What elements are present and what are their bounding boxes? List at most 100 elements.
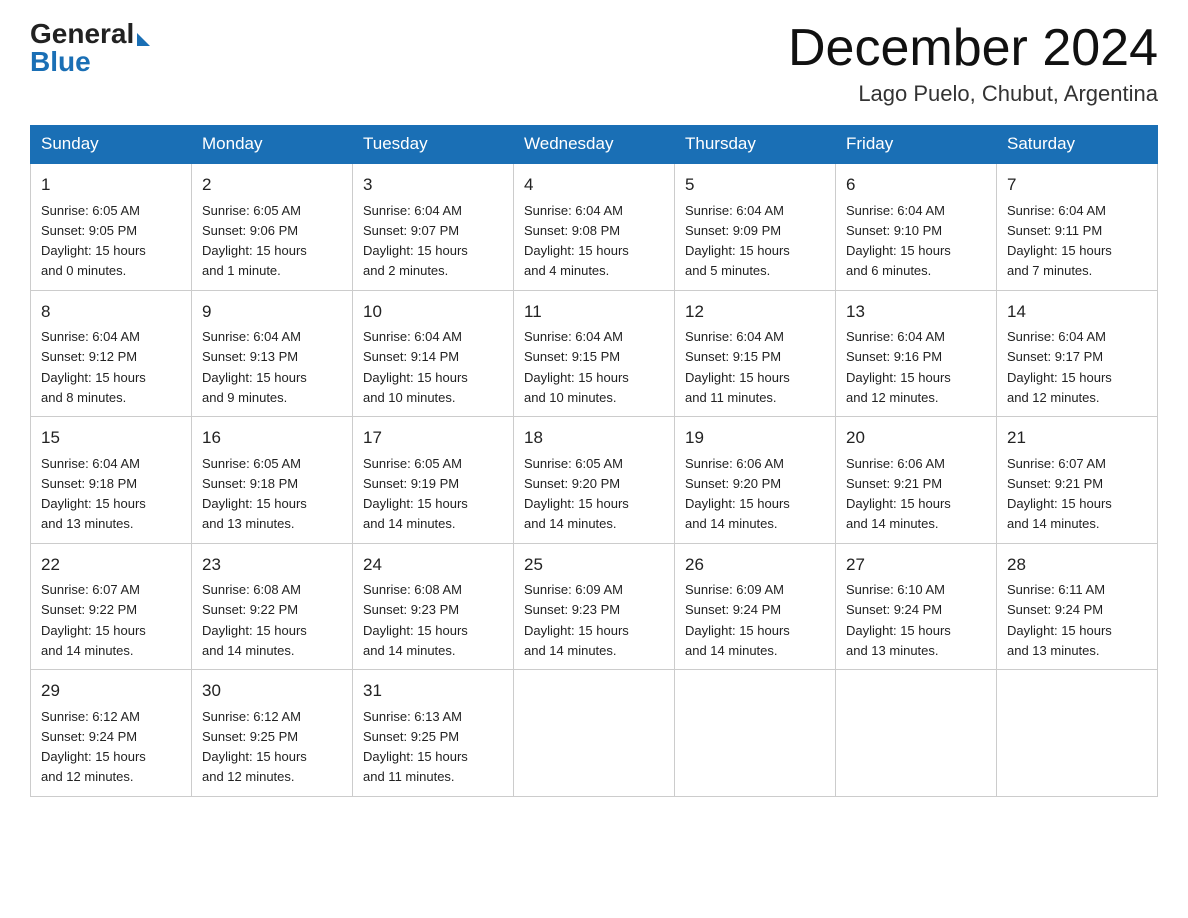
header-day-saturday: Saturday bbox=[997, 126, 1158, 164]
week-row-4: 22 Sunrise: 6:07 AMSunset: 9:22 PMDayligh… bbox=[31, 543, 1158, 670]
calendar-cell: 7Sunrise: 6:04 AMSunset: 9:11 PMDaylight… bbox=[997, 163, 1158, 290]
header-day-monday: Monday bbox=[192, 126, 353, 164]
calendar-cell: 9 Sunrise: 6:04 AMSunset: 9:13 PMDaylight… bbox=[192, 290, 353, 417]
day-number: 31 bbox=[363, 678, 503, 704]
day-info: Sunrise: 6:04 AMSunset: 9:10 PMDaylight:… bbox=[846, 203, 951, 279]
day-number: 16 bbox=[202, 425, 342, 451]
day-number: 30 bbox=[202, 678, 342, 704]
day-number: 23 bbox=[202, 552, 342, 578]
calendar-cell: 2Sunrise: 6:05 AMSunset: 9:06 PMDaylight… bbox=[192, 163, 353, 290]
day-info: Sunrise: 6:10 AMSunset: 9:24 PMDaylight:… bbox=[846, 582, 951, 658]
calendar-subtitle: Lago Puelo, Chubut, Argentina bbox=[788, 81, 1158, 107]
calendar-table: SundayMondayTuesdayWednesdayThursdayFrid… bbox=[30, 125, 1158, 797]
day-info: Sunrise: 6:04 AMSunset: 9:14 PMDaylight:… bbox=[363, 329, 468, 405]
calendar-title: December 2024 bbox=[788, 20, 1158, 77]
day-number: 15 bbox=[41, 425, 181, 451]
day-number: 9 bbox=[202, 299, 342, 325]
calendar-cell: 6 Sunrise: 6:04 AMSunset: 9:10 PMDaylight… bbox=[836, 163, 997, 290]
day-info: Sunrise: 6:04 AMSunset: 9:15 PMDaylight:… bbox=[685, 329, 790, 405]
day-number: 28 bbox=[1007, 552, 1147, 578]
day-number: 2 bbox=[202, 172, 342, 198]
day-info: Sunrise: 6:13 AMSunset: 9:25 PMDaylight:… bbox=[363, 709, 468, 785]
calendar-cell bbox=[514, 670, 675, 797]
day-info: Sunrise: 6:06 AMSunset: 9:20 PMDaylight:… bbox=[685, 456, 790, 532]
title-area: December 2024 Lago Puelo, Chubut, Argent… bbox=[788, 20, 1158, 107]
calendar-cell: 12 Sunrise: 6:04 AMSunset: 9:15 PMDayligh… bbox=[675, 290, 836, 417]
day-number: 22 bbox=[41, 552, 181, 578]
day-info: Sunrise: 6:04 AMSunset: 9:08 PMDaylight:… bbox=[524, 203, 629, 279]
day-info: Sunrise: 6:09 AMSunset: 9:23 PMDaylight:… bbox=[524, 582, 629, 658]
calendar-cell: 19Sunrise: 6:06 AMSunset: 9:20 PMDayligh… bbox=[675, 417, 836, 544]
day-number: 26 bbox=[685, 552, 825, 578]
logo-blue: Blue bbox=[30, 46, 91, 77]
day-number: 25 bbox=[524, 552, 664, 578]
logo-arrow-icon bbox=[137, 33, 150, 46]
day-info: Sunrise: 6:04 AMSunset: 9:13 PMDaylight:… bbox=[202, 329, 307, 405]
day-number: 27 bbox=[846, 552, 986, 578]
day-number: 6 bbox=[846, 172, 986, 198]
calendar-cell: 5 Sunrise: 6:04 AMSunset: 9:09 PMDaylight… bbox=[675, 163, 836, 290]
day-info: Sunrise: 6:07 AMSunset: 9:22 PMDaylight:… bbox=[41, 582, 146, 658]
day-number: 18 bbox=[524, 425, 664, 451]
day-number: 3 bbox=[363, 172, 503, 198]
header-day-wednesday: Wednesday bbox=[514, 126, 675, 164]
day-info: Sunrise: 6:04 AMSunset: 9:11 PMDaylight:… bbox=[1007, 203, 1112, 279]
calendar-cell: 24 Sunrise: 6:08 AMSunset: 9:23 PMDayligh… bbox=[353, 543, 514, 670]
calendar-cell: 13Sunrise: 6:04 AMSunset: 9:16 PMDayligh… bbox=[836, 290, 997, 417]
calendar-cell: 28Sunrise: 6:11 AMSunset: 9:24 PMDayligh… bbox=[997, 543, 1158, 670]
logo-general: General bbox=[30, 20, 134, 48]
day-info: Sunrise: 6:04 AMSunset: 9:07 PMDaylight:… bbox=[363, 203, 468, 279]
day-info: Sunrise: 6:08 AMSunset: 9:22 PMDaylight:… bbox=[202, 582, 307, 658]
header-row: SundayMondayTuesdayWednesdayThursdayFrid… bbox=[31, 126, 1158, 164]
calendar-cell: 10 Sunrise: 6:04 AMSunset: 9:14 PMDayligh… bbox=[353, 290, 514, 417]
calendar-cell bbox=[675, 670, 836, 797]
day-info: Sunrise: 6:12 AMSunset: 9:25 PMDaylight:… bbox=[202, 709, 307, 785]
day-info: Sunrise: 6:04 AMSunset: 9:18 PMDaylight:… bbox=[41, 456, 146, 532]
day-info: Sunrise: 6:04 AMSunset: 9:09 PMDaylight:… bbox=[685, 203, 790, 279]
day-info: Sunrise: 6:05 AMSunset: 9:19 PMDaylight:… bbox=[363, 456, 468, 532]
day-number: 20 bbox=[846, 425, 986, 451]
day-number: 17 bbox=[363, 425, 503, 451]
day-info: Sunrise: 6:04 AMSunset: 9:17 PMDaylight:… bbox=[1007, 329, 1112, 405]
logo: General Blue bbox=[30, 20, 150, 76]
calendar-cell bbox=[836, 670, 997, 797]
header-day-thursday: Thursday bbox=[675, 126, 836, 164]
calendar-cell bbox=[997, 670, 1158, 797]
calendar-cell: 8Sunrise: 6:04 AMSunset: 9:12 PMDaylight… bbox=[31, 290, 192, 417]
header: General Blue December 2024 Lago Puelo, C… bbox=[30, 20, 1158, 107]
day-info: Sunrise: 6:08 AMSunset: 9:23 PMDaylight:… bbox=[363, 582, 468, 658]
day-info: Sunrise: 6:09 AMSunset: 9:24 PMDaylight:… bbox=[685, 582, 790, 658]
calendar-cell: 1Sunrise: 6:05 AMSunset: 9:05 PMDaylight… bbox=[31, 163, 192, 290]
week-row-1: 1Sunrise: 6:05 AMSunset: 9:05 PMDaylight… bbox=[31, 163, 1158, 290]
day-number: 8 bbox=[41, 299, 181, 325]
day-number: 21 bbox=[1007, 425, 1147, 451]
calendar-cell: 25 Sunrise: 6:09 AMSunset: 9:23 PMDayligh… bbox=[514, 543, 675, 670]
week-row-2: 8Sunrise: 6:04 AMSunset: 9:12 PMDaylight… bbox=[31, 290, 1158, 417]
week-row-3: 15 Sunrise: 6:04 AMSunset: 9:18 PMDayligh… bbox=[31, 417, 1158, 544]
day-number: 11 bbox=[524, 299, 664, 325]
day-info: Sunrise: 6:05 AMSunset: 9:05 PMDaylight:… bbox=[41, 203, 146, 279]
day-info: Sunrise: 6:04 AMSunset: 9:15 PMDaylight:… bbox=[524, 329, 629, 405]
calendar-cell: 3 Sunrise: 6:04 AMSunset: 9:07 PMDaylight… bbox=[353, 163, 514, 290]
header-day-friday: Friday bbox=[836, 126, 997, 164]
calendar-cell: 4Sunrise: 6:04 AMSunset: 9:08 PMDaylight… bbox=[514, 163, 675, 290]
day-info: Sunrise: 6:05 AMSunset: 9:20 PMDaylight:… bbox=[524, 456, 629, 532]
week-row-5: 29Sunrise: 6:12 AMSunset: 9:24 PMDayligh… bbox=[31, 670, 1158, 797]
day-info: Sunrise: 6:05 AMSunset: 9:18 PMDaylight:… bbox=[202, 456, 307, 532]
calendar-cell: 15 Sunrise: 6:04 AMSunset: 9:18 PMDayligh… bbox=[31, 417, 192, 544]
day-info: Sunrise: 6:07 AMSunset: 9:21 PMDaylight:… bbox=[1007, 456, 1112, 532]
calendar-cell: 16 Sunrise: 6:05 AMSunset: 9:18 PMDayligh… bbox=[192, 417, 353, 544]
day-info: Sunrise: 6:06 AMSunset: 9:21 PMDaylight:… bbox=[846, 456, 951, 532]
header-day-tuesday: Tuesday bbox=[353, 126, 514, 164]
calendar-cell: 21 Sunrise: 6:07 AMSunset: 9:21 PMDayligh… bbox=[997, 417, 1158, 544]
calendar-cell: 26 Sunrise: 6:09 AMSunset: 9:24 PMDayligh… bbox=[675, 543, 836, 670]
day-number: 12 bbox=[685, 299, 825, 325]
day-number: 5 bbox=[685, 172, 825, 198]
day-info: Sunrise: 6:12 AMSunset: 9:24 PMDaylight:… bbox=[41, 709, 146, 785]
day-number: 10 bbox=[363, 299, 503, 325]
day-number: 13 bbox=[846, 299, 986, 325]
day-number: 24 bbox=[363, 552, 503, 578]
calendar-cell: 14 Sunrise: 6:04 AMSunset: 9:17 PMDayligh… bbox=[997, 290, 1158, 417]
header-day-sunday: Sunday bbox=[31, 126, 192, 164]
day-number: 14 bbox=[1007, 299, 1147, 325]
